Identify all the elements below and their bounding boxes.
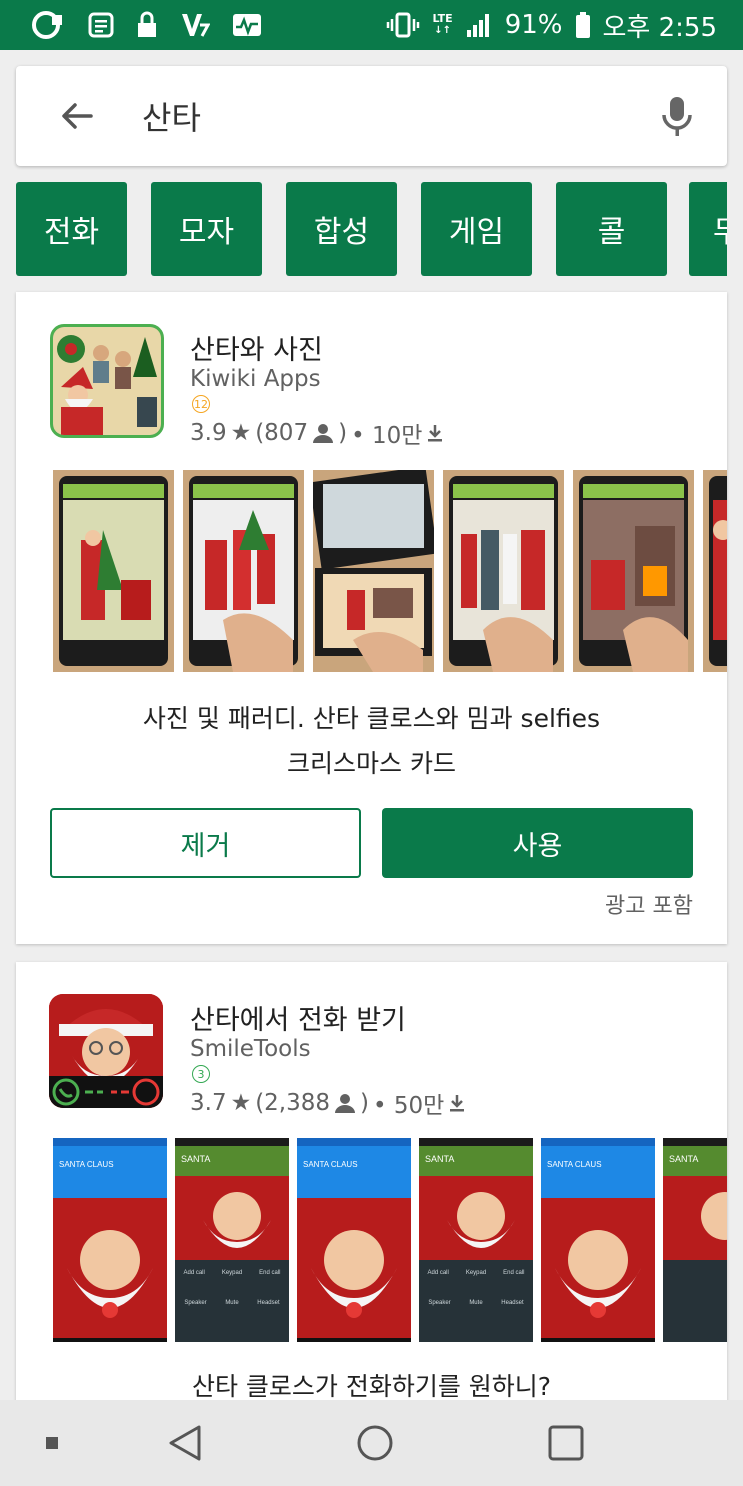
chip-coll[interactable]: 콜 xyxy=(556,182,667,276)
caller-name: SANTA xyxy=(663,1146,727,1176)
install-count: • 50만 xyxy=(373,1093,445,1119)
lte-icon: LTE ↓↑ xyxy=(432,12,453,37)
santa-photo xyxy=(541,1198,655,1334)
install-count: • 10만 xyxy=(351,423,423,449)
rating-value: 3.9 xyxy=(190,420,227,446)
santa-photo xyxy=(53,1198,167,1334)
call-buttons-row: Speaker Mute Headset xyxy=(184,1300,280,1306)
circle-home-icon xyxy=(357,1425,393,1461)
caller-name: SANTA CLAUS xyxy=(53,1146,167,1198)
screenshot[interactable] xyxy=(703,470,727,672)
search-bar: 산타 xyxy=(16,66,727,166)
age-rating-badge: 3 xyxy=(192,1065,210,1083)
app-icon-santa-photo[interactable] xyxy=(50,324,164,438)
rating-line: 3.9 ★ (807 ) • 10만 xyxy=(190,416,444,450)
screenshot[interactable] xyxy=(53,470,174,672)
age-rating-badge: 12 xyxy=(192,395,210,413)
suggestion-chips: 전화 모자 합성 게임 콜 무 xyxy=(16,182,727,276)
screenshot-strip[interactable] xyxy=(53,470,727,672)
v3-icon xyxy=(180,11,210,39)
screenshot[interactable]: SANTA CLAUS xyxy=(53,1138,167,1342)
status-bar: LTE ↓↑ 91% 오후 2:55 xyxy=(0,0,743,50)
chip-hat[interactable]: 모자 xyxy=(151,182,262,276)
screenshot[interactable]: SANTA xyxy=(663,1138,727,1342)
screenshot[interactable] xyxy=(443,470,564,672)
search-input[interactable]: 산타 xyxy=(142,93,637,139)
nav-dot-button[interactable] xyxy=(12,1400,92,1486)
voice-search-button[interactable] xyxy=(637,66,717,166)
home-button[interactable] xyxy=(335,1400,415,1486)
app-description-line: 크리스마스 카드 xyxy=(287,749,456,778)
app-icon-santa-call[interactable] xyxy=(49,994,163,1108)
triangle-back-icon xyxy=(169,1425,201,1461)
back-button[interactable] xyxy=(32,66,122,166)
person-icon xyxy=(313,424,334,443)
rating-line: 3.7 ★ (2,388 ) • 50만 xyxy=(190,1086,466,1120)
app-developer[interactable]: Kiwiki Apps xyxy=(190,366,321,392)
mic-icon xyxy=(662,97,692,136)
app-card-santa-call[interactable]: 산타에서 전화 받기 SmileTools 3 3.7 ★ (2,388 ) •… xyxy=(16,962,727,1402)
screenshot[interactable]: SANTA Add call Keypad End call Speaker Mute… xyxy=(419,1138,533,1342)
signal-icon xyxy=(465,12,493,38)
santa-photo xyxy=(663,1176,727,1260)
person-icon xyxy=(335,1094,356,1113)
star-icon: ★ xyxy=(230,1090,252,1116)
app-title[interactable]: 산타에서 전화 받기 xyxy=(190,998,406,1037)
vibrate-icon xyxy=(386,11,420,39)
lock-icon xyxy=(136,11,158,39)
back-nav-button[interactable] xyxy=(145,1400,225,1486)
remove-button[interactable]: 제거 xyxy=(50,808,361,878)
u-plus-icon xyxy=(32,11,66,39)
message-icon xyxy=(88,11,114,39)
square-dot-icon xyxy=(46,1437,58,1449)
app-card-santa-photo[interactable]: 산타와 사진 Kiwiki Apps 12 3.9 ★ (807 ) • 10만… xyxy=(16,292,727,944)
call-buttons-row: Speaker Mute Headset xyxy=(428,1300,524,1306)
chip-composite[interactable]: 합성 xyxy=(286,182,397,276)
screenshot-strip[interactable]: SANTA CLAUS SANTA Add call Keypad End call… xyxy=(53,1138,727,1342)
caller-name: SANTA CLAUS xyxy=(541,1146,655,1198)
call-buttons-row: Add call Keypad End call xyxy=(427,1270,525,1276)
battery-icon xyxy=(575,11,591,39)
screenshot[interactable]: SANTA CLAUS xyxy=(297,1138,411,1342)
open-button[interactable]: 사용 xyxy=(382,808,693,878)
battery-percent: 91% xyxy=(504,10,563,40)
app-description-line: 사진 및 패러디. 산타 클로스와 밈과 selfies xyxy=(142,704,601,733)
rating-value: 3.7 xyxy=(190,1090,227,1116)
chip-more[interactable]: 무 xyxy=(689,182,727,276)
app-developer[interactable]: SmileTools xyxy=(190,1036,311,1062)
santa-photo xyxy=(297,1198,411,1334)
app-description-line: 산타 클로스가 전화하기를 원하니? xyxy=(191,1372,552,1401)
activity-icon xyxy=(232,11,262,39)
screenshot[interactable] xyxy=(313,470,434,672)
screenshot[interactable]: SANTA CLAUS xyxy=(541,1138,655,1342)
chip-call[interactable]: 전화 xyxy=(16,182,127,276)
screenshot[interactable]: SANTA Add call Keypad End call Speaker Mute… xyxy=(175,1138,289,1342)
navigation-bar xyxy=(0,1400,743,1486)
caller-name: SANTA xyxy=(419,1146,533,1176)
screenshot[interactable] xyxy=(573,470,694,672)
caller-name: SANTA xyxy=(175,1146,289,1176)
caller-name: SANTA CLAUS xyxy=(297,1146,411,1198)
santa-photo xyxy=(419,1176,533,1260)
review-count: (807 xyxy=(255,420,309,446)
contains-ads-note: 광고 포함 xyxy=(605,894,693,919)
call-buttons-row: Add call Keypad End call xyxy=(183,1270,281,1276)
star-icon: ★ xyxy=(230,420,252,446)
download-icon xyxy=(450,1095,465,1112)
app-title[interactable]: 산타와 사진 xyxy=(190,328,323,367)
download-icon xyxy=(428,425,443,442)
chip-game[interactable]: 게임 xyxy=(421,182,532,276)
arrow-left-icon xyxy=(62,103,93,129)
recent-apps-button[interactable] xyxy=(526,1400,606,1486)
square-recents-icon xyxy=(548,1425,584,1461)
review-count: (2,388 xyxy=(255,1090,331,1116)
santa-photo xyxy=(175,1176,289,1260)
screenshot[interactable] xyxy=(183,470,304,672)
clock: 오후 2:55 xyxy=(602,12,718,43)
